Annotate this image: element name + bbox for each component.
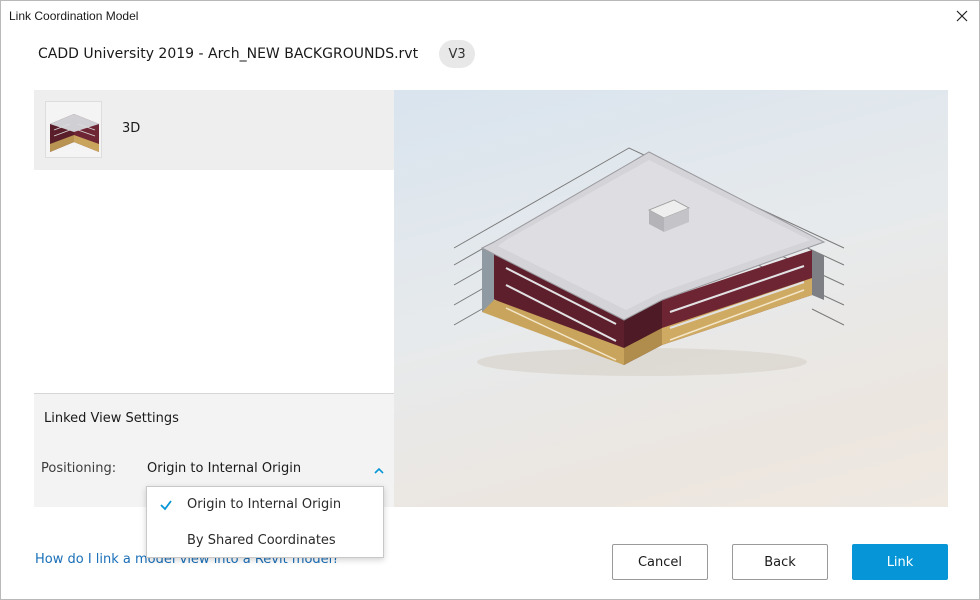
positioning-label: Positioning: <box>41 461 117 476</box>
positioning-value: Origin to Internal Origin <box>147 461 302 476</box>
building-preview-image <box>453 147 845 376</box>
model-header: CADD University 2019 - Arch_NEW BACKGROU… <box>38 40 476 68</box>
model-file-name: CADD University 2019 - Arch_NEW BACKGROU… <box>38 46 419 62</box>
dropdown-option[interactable]: Origin to Internal Origin <box>147 487 383 523</box>
version-badge: V3 <box>439 40 476 68</box>
dropdown-option-label: By Shared Coordinates <box>187 533 336 548</box>
dialog-window: Link Coordination Model CADD University … <box>0 0 980 600</box>
dropdown-option-label: Origin to Internal Origin <box>187 497 342 512</box>
view-thumbnail <box>45 101 102 158</box>
chevron-up-icon[interactable] <box>373 462 385 474</box>
window-title: Link Coordination Model <box>9 9 139 23</box>
link-button[interactable]: Link <box>852 544 948 580</box>
positioning-dropdown-menu: Origin to Internal Origin By Shared Coor… <box>146 486 384 558</box>
settings-heading: Linked View Settings <box>44 411 179 426</box>
view-list-item-3d[interactable]: 3D <box>34 90 394 170</box>
dropdown-option[interactable]: By Shared Coordinates <box>147 523 383 559</box>
back-button[interactable]: Back <box>732 544 828 580</box>
checkmark-icon <box>159 497 173 511</box>
close-icon[interactable] <box>951 5 973 27</box>
title-bar: Link Coordination Model <box>1 1 979 33</box>
model-preview <box>394 90 948 507</box>
cancel-button[interactable]: Cancel <box>612 544 708 580</box>
positioning-select[interactable]: Origin to Internal Origin <box>147 454 385 486</box>
view-label: 3D <box>122 121 141 136</box>
